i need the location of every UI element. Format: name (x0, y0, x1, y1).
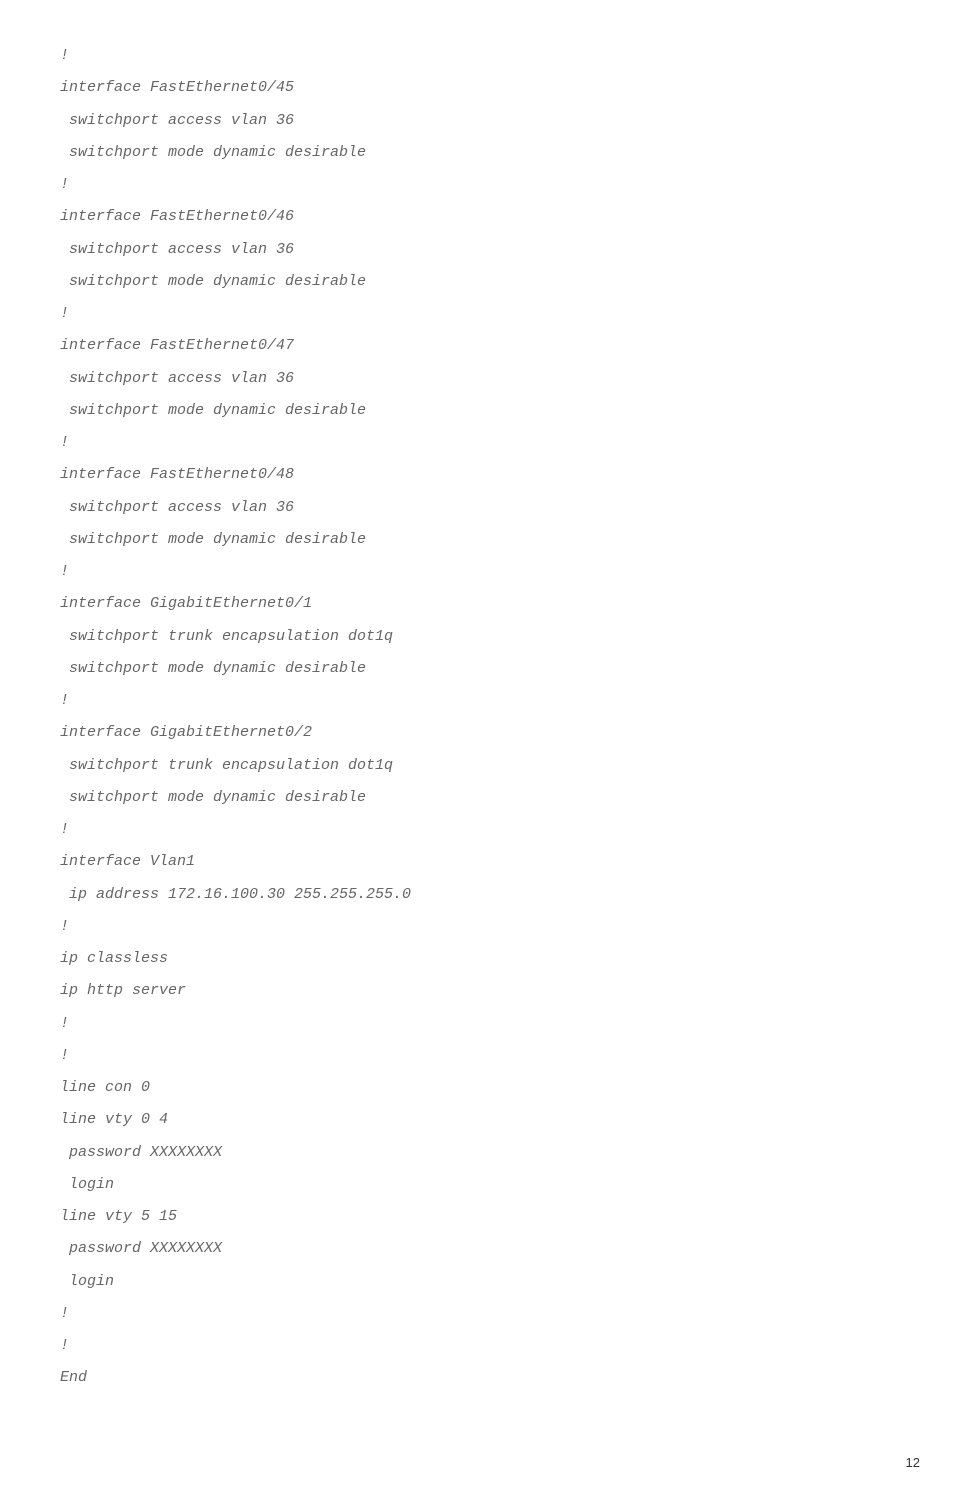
config-line: interface GigabitEthernet0/1 (60, 588, 900, 620)
config-line: switchport trunk encapsulation dot1q (60, 750, 900, 782)
config-line: interface GigabitEthernet0/2 (60, 717, 900, 749)
config-line: ! (60, 427, 900, 459)
config-line: ! (60, 1008, 900, 1040)
config-line: switchport mode dynamic desirable (60, 782, 900, 814)
config-line: interface FastEthernet0/47 (60, 330, 900, 362)
config-line: ip classless (60, 943, 900, 975)
config-line: switchport mode dynamic desirable (60, 653, 900, 685)
config-line: ! (60, 1298, 900, 1330)
config-line: ! (60, 40, 900, 72)
config-line: line con 0 (60, 1072, 900, 1104)
config-line: ! (60, 911, 900, 943)
config-line: switchport mode dynamic desirable (60, 395, 900, 427)
config-line: ip http server (60, 975, 900, 1007)
config-line: ! (60, 685, 900, 717)
config-line: password XXXXXXXX (60, 1233, 900, 1265)
config-line: login (60, 1169, 900, 1201)
config-line: login (60, 1266, 900, 1298)
config-line: ip address 172.16.100.30 255.255.255.0 (60, 879, 900, 911)
config-line: switchport mode dynamic desirable (60, 137, 900, 169)
config-line: password XXXXXXXX (60, 1137, 900, 1169)
page-number: 12 (906, 1449, 920, 1477)
config-line: switchport access vlan 36 (60, 234, 900, 266)
config-line: ! (60, 298, 900, 330)
config-line: ! (60, 1330, 900, 1362)
config-line: interface FastEthernet0/48 (60, 459, 900, 491)
config-line: ! (60, 556, 900, 588)
config-line: interface Vlan1 (60, 846, 900, 878)
config-line: switchport access vlan 36 (60, 363, 900, 395)
config-line: line vty 5 15 (60, 1201, 900, 1233)
config-line: switchport access vlan 36 (60, 105, 900, 137)
config-line: End (60, 1362, 900, 1394)
config-line: interface FastEthernet0/46 (60, 201, 900, 233)
config-line: switchport mode dynamic desirable (60, 524, 900, 556)
config-line: switchport mode dynamic desirable (60, 266, 900, 298)
config-line: interface FastEthernet0/45 (60, 72, 900, 104)
config-line: ! (60, 1040, 900, 1072)
config-line: line vty 0 4 (60, 1104, 900, 1136)
config-line: switchport access vlan 36 (60, 492, 900, 524)
config-line: switchport trunk encapsulation dot1q (60, 621, 900, 653)
config-line: ! (60, 814, 900, 846)
config-block: !interface FastEthernet0/45 switchport a… (60, 40, 900, 1395)
config-line: ! (60, 169, 900, 201)
